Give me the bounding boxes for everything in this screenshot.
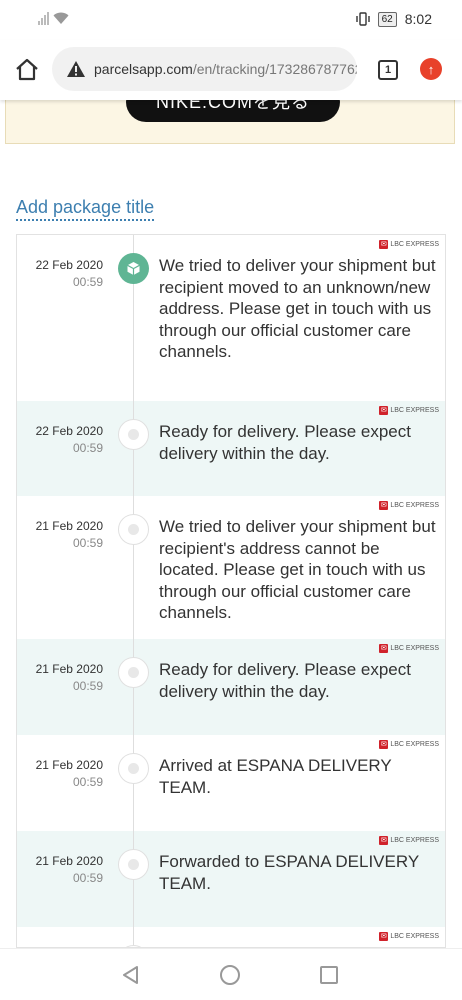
- carrier-logo-icon: ✉: [379, 406, 389, 415]
- url-host: parcelsapp.com: [94, 61, 193, 77]
- timeline-line: [133, 235, 134, 947]
- event-description: Arrived at ESPANA DELIVERY TEAM.: [159, 756, 392, 797]
- carrier-name: LBC EXPRESS: [390, 502, 439, 509]
- battery-indicator: 62: [377, 11, 397, 27]
- event-date-day: 22 Feb 2020: [35, 424, 103, 438]
- event-date-day: 22 Feb 2020: [35, 258, 103, 272]
- tabs-button[interactable]: 1: [378, 60, 398, 80]
- package-icon: [118, 253, 149, 284]
- event-date: 21 Feb 2020 00:59: [36, 853, 103, 887]
- event-time: 00:59: [72, 275, 103, 289]
- event-description: Forwarded to ESPANA DELIVERY TEAM.: [159, 852, 419, 893]
- event-date: 21 Feb 2020 00:59: [36, 518, 103, 552]
- status-dot-icon: [118, 753, 149, 784]
- event-date-day: 21 Feb 2020: [35, 519, 103, 533]
- carrier-badge: ✉ LBC EXPRESS: [379, 644, 439, 653]
- event-time: 00:59: [72, 441, 103, 455]
- timeline-event: ✉ LBC EXPRESS 21 Feb 2020 00:59 Ready for …: [17, 639, 445, 735]
- event-date-day: 21 Feb 2020: [35, 854, 103, 868]
- carrier-badge: ✉ LBC EXPRESS: [379, 932, 439, 941]
- signal-icon: [38, 12, 49, 25]
- carrier-badge: ✉ LBC EXPRESS: [379, 501, 439, 510]
- carrier-logo-icon: ✉: [379, 932, 389, 941]
- add-package-title-link[interactable]: Add package title: [16, 197, 155, 221]
- event-date-day: 21 Feb 2020: [35, 662, 103, 676]
- event-description: We tried to deliver your shipment but re…: [159, 517, 436, 622]
- timeline-event: ✉ LBC EXPRESS 21 Feb 2020 00:59 Forwarded …: [17, 831, 445, 927]
- status-right: 62 8:02: [355, 11, 432, 27]
- event-description: Ready for delivery. Please expect delive…: [159, 422, 411, 463]
- carrier-logo-icon: ✉: [379, 240, 389, 249]
- vibrate-icon: [355, 12, 370, 26]
- warning-icon: [67, 61, 85, 77]
- carrier-badge: ✉ LBC EXPRESS: [379, 406, 439, 415]
- carrier-logo-icon: ✉: [379, 501, 389, 510]
- event-time: 00:59: [72, 775, 103, 789]
- status-dot-icon: [118, 419, 149, 450]
- carrier-name: LBC EXPRESS: [390, 933, 439, 940]
- carrier-name: LBC EXPRESS: [390, 241, 439, 248]
- update-icon[interactable]: ↑: [420, 58, 442, 80]
- address-bar[interactable]: parcelsapp.com/en/tracking/173286787762: [52, 47, 357, 91]
- event-description: We tried to deliver your shipment but re…: [159, 256, 436, 361]
- status-bar: 62 8:02: [0, 0, 462, 40]
- event-time: 00:59: [72, 679, 103, 693]
- back-icon[interactable]: [122, 965, 140, 985]
- home-circle-icon[interactable]: [220, 965, 240, 985]
- carrier-logo-icon: ✉: [379, 836, 389, 845]
- event-date: 21 Feb 2020 00:59: [36, 757, 103, 791]
- timeline-event: ✉ LBC EXPRESS 22 Feb 2020 00:59 Ready for …: [17, 401, 445, 496]
- carrier-badge: ✉ LBC EXPRESS: [379, 240, 439, 249]
- timeline-event: ✉ LBC EXPRESS: [17, 927, 445, 947]
- tracking-timeline: ✉ LBC EXPRESS 22 Feb 2020 00:59 We tried t…: [16, 234, 446, 948]
- event-date: 22 Feb 2020 00:59: [36, 423, 103, 457]
- carrier-badge: ✉ LBC EXPRESS: [379, 740, 439, 749]
- event-time: 00:59: [72, 871, 103, 885]
- event-description: Ready for delivery. Please expect delive…: [159, 660, 411, 701]
- url-path: /en/tracking/173286787762: [192, 61, 357, 77]
- event-date: 22 Feb 2020 00:59: [36, 257, 103, 291]
- timeline-event: ✉ LBC EXPRESS 22 Feb 2020 00:59 We tried t…: [17, 235, 445, 401]
- system-nav-bar: [0, 948, 462, 1000]
- carrier-logo-icon: ✉: [379, 644, 389, 653]
- carrier-badge: ✉ LBC EXPRESS: [379, 836, 439, 845]
- event-date-day: 21 Feb 2020: [35, 758, 103, 772]
- event-time: 00:59: [72, 536, 103, 550]
- timeline-event: ✉ LBC EXPRESS 21 Feb 2020 00:59 We tried t…: [17, 496, 445, 639]
- ad-banner: NIKE.COMを見る: [5, 82, 455, 144]
- carrier-name: LBC EXPRESS: [390, 837, 439, 844]
- carrier-logo-icon: ✉: [379, 740, 389, 749]
- carrier-name: LBC EXPRESS: [390, 645, 439, 652]
- carrier-name: LBC EXPRESS: [390, 741, 439, 748]
- recent-apps-icon[interactable]: [320, 966, 338, 984]
- status-dot-icon: [118, 514, 149, 545]
- wifi-icon: [53, 12, 69, 24]
- carrier-name: LBC EXPRESS: [390, 407, 439, 414]
- status-dot-icon: [118, 849, 149, 880]
- status-left: [38, 12, 69, 25]
- event-date: 21 Feb 2020 00:59: [36, 661, 103, 695]
- home-icon[interactable]: [14, 58, 40, 82]
- browser-toolbar: parcelsapp.com/en/tracking/173286787762 …: [0, 40, 462, 100]
- url-text: parcelsapp.com/en/tracking/173286787762: [94, 61, 357, 77]
- clock: 8:02: [404, 11, 432, 27]
- timeline-event: ✉ LBC EXPRESS 21 Feb 2020 00:59 Arrived at…: [17, 735, 445, 831]
- status-dot-icon: [118, 657, 149, 688]
